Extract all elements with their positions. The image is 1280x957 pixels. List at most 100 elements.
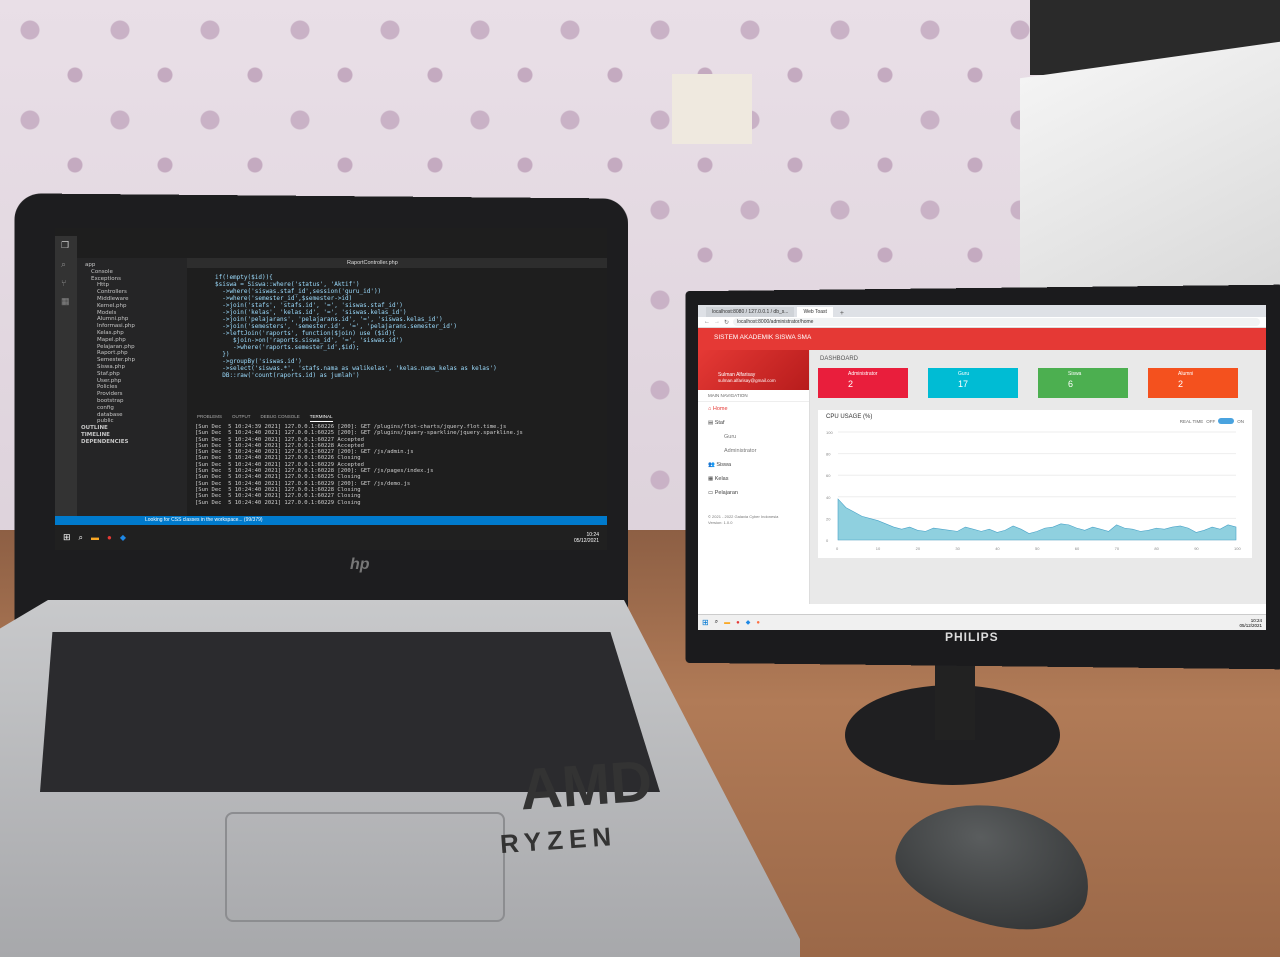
x-tick-label: 50	[1035, 546, 1040, 551]
explorer-icon[interactable]: ❐	[55, 236, 77, 255]
vscode-icon[interactable]: ◆	[746, 619, 751, 626]
panel-tab[interactable]: PROBLEMS	[197, 414, 222, 422]
explorer-item[interactable]: Informasi.php	[81, 323, 183, 330]
card-value: 2	[1178, 379, 1184, 389]
explorer-item[interactable]: Console	[81, 269, 183, 276]
nav-siswa[interactable]: 👥 Siswa	[698, 458, 809, 472]
amd-sticker: AMD	[517, 748, 655, 823]
monitor-stand-neck	[935, 660, 975, 740]
sidebar-section[interactable]: DEPENDENCIES	[81, 439, 183, 446]
lesson-icon: ▭	[708, 490, 715, 496]
x-tick-label: 20	[916, 546, 921, 551]
explorer-item[interactable]: Staf.php	[81, 371, 183, 378]
explorer-item[interactable]: User.php	[81, 378, 183, 385]
info-card-guru[interactable]: Guru 17	[928, 368, 1018, 398]
search-icon[interactable]: ⌕	[55, 255, 77, 274]
explorer-item[interactable]: Providers	[81, 391, 183, 398]
x-tick-label: 40	[995, 546, 1000, 551]
explorer-item[interactable]: Siswa.php	[81, 364, 183, 371]
code-line: ->join('pelajarans', 'pelajarans.id', '=…	[215, 316, 443, 323]
editor-tab-active[interactable]: RaportController.php	[347, 260, 398, 266]
y-tick-label: 20	[826, 516, 831, 521]
browser-tab-active[interactable]: Web Toast	[797, 307, 833, 317]
file-explorer-icon[interactable]: ▬	[724, 620, 730, 626]
code-line: ->where('semester_id',$semester->id)	[215, 295, 353, 302]
info-card-alumni[interactable]: Alumni 2	[1148, 368, 1238, 398]
search-icon[interactable]: ⌕	[715, 619, 718, 626]
search-icon[interactable]: ⌕	[79, 533, 83, 543]
explorer-item[interactable]: Middleware	[81, 296, 183, 303]
off-label: OFF	[1206, 418, 1216, 424]
integrated-terminal[interactable]: [Sun Dec 5 10:24:39 2021] 127.0.0.1:6022…	[195, 424, 575, 514]
explorer-item[interactable]: database	[81, 412, 183, 419]
info-card-siswa[interactable]: Siswa 6	[1038, 368, 1128, 398]
explorer-item[interactable]: Raport.php	[81, 350, 183, 357]
explorer-item[interactable]: Alumni.php	[81, 316, 183, 323]
browser-tab[interactable]: localhost:8080 / 127.0.0.1 / db_s...	[706, 307, 795, 317]
panel-tab[interactable]: OUTPUT	[232, 414, 251, 422]
vscode-icon[interactable]: ◆	[120, 533, 126, 542]
source-control-icon[interactable]: ⑂	[55, 274, 77, 292]
explorer-item[interactable]: Policies	[81, 384, 183, 391]
explorer-item[interactable]: Exceptions	[81, 276, 183, 283]
chrome-icon[interactable]: ●	[107, 533, 112, 542]
explorer-item[interactable]: bootstrap	[81, 398, 183, 405]
cpu-usage-panel: CPU USAGE (%) REAL TIME OFF ON 0 20 40 60 80…	[818, 410, 1252, 558]
nav-pelajaran[interactable]: ▭ Pelajaran	[698, 486, 809, 500]
nav-home[interactable]: ⌂ Home	[698, 402, 809, 416]
chrome-icon[interactable]: ●	[736, 620, 740, 626]
nav-staf[interactable]: ▤ Staf	[698, 416, 809, 430]
code-line: })	[215, 351, 230, 358]
panel-tab[interactable]: TERMINAL	[309, 414, 333, 422]
wall-note-paper	[672, 74, 752, 144]
address-bar[interactable]: localhost:8000/administrator/home	[733, 318, 1260, 326]
extensions-icon[interactable]: ▦	[55, 292, 77, 311]
panel-tab[interactable]: DEBUG CONSOLE	[261, 414, 300, 422]
code-line: ->join('semesters', 'semester.id', '=', …	[215, 323, 458, 330]
card-value: 6	[1068, 379, 1074, 389]
firefox-icon[interactable]: ●	[756, 620, 760, 626]
file-explorer-icon[interactable]: ▬	[91, 533, 99, 542]
nav-administrator[interactable]: Administrator	[698, 444, 809, 458]
x-tick-label: 80	[1154, 546, 1159, 551]
realtime-switch[interactable]	[1218, 418, 1235, 424]
explorer-item[interactable]: Pelajaran.php	[81, 344, 183, 351]
explorer-item[interactable]: Http	[81, 282, 183, 289]
code-line: $join->on('raports.siswa_id', '=', 'sisw…	[215, 337, 403, 344]
editor-tab-bar: RaportController.php	[187, 258, 607, 268]
explorer-item[interactable]: app	[81, 262, 183, 269]
new-tab-icon[interactable]: +	[836, 310, 848, 317]
code-line: ->select('siswas.*', 'stafs.nama as wali…	[215, 365, 497, 372]
explorer-item[interactable]: config	[81, 405, 183, 412]
browser-toolbar: ← → ↻ localhost:8000/administrator/home	[698, 317, 1266, 328]
sidebar-section[interactable]: OUTLINE	[81, 425, 183, 432]
code-line: ->where('siswas.staf_id',session('guru_i…	[215, 288, 382, 295]
laptop-touchpad[interactable]	[225, 812, 505, 922]
class-icon: ▦	[708, 476, 715, 482]
windows-start-icon[interactable]: ⊞	[702, 618, 709, 627]
explorer-item[interactable]: Semester.php	[81, 357, 183, 364]
explorer-item[interactable]: Kernel.php	[81, 303, 183, 310]
card-label: Siswa	[1068, 371, 1082, 377]
explorer-item[interactable]: Models	[81, 310, 183, 317]
sidebar-section[interactable]: TIMELINE	[81, 432, 183, 439]
code-editor[interactable]: if(!empty($id)){$siswa = Siswa::where('s…	[215, 274, 607, 404]
explorer-item[interactable]: Controllers	[81, 289, 183, 296]
laptop-screen: ❐ ⌕ ⑂ ▦ app Console Exceptions Http Controll…	[55, 228, 607, 550]
explorer-item[interactable]: public	[81, 418, 183, 425]
reload-icon[interactable]: ↻	[724, 319, 729, 326]
monitor-screen: localhost:8080 / 127.0.0.1 / db_s... Web…	[698, 305, 1266, 630]
explorer-item[interactable]: Kelas.php	[81, 330, 183, 337]
explorer-item[interactable]: Mapel.php	[81, 337, 183, 344]
user-panel[interactable]: Sulman Alfarisay sulman.alfarisay@gmail.…	[698, 350, 809, 390]
nav-kelas[interactable]: ▦ Kelas	[698, 472, 809, 486]
back-icon[interactable]: ←	[704, 319, 710, 325]
code-line: $siswa = Siswa::where('status', 'Aktif')	[215, 281, 360, 288]
forward-icon[interactable]: →	[714, 319, 720, 325]
nav-guru[interactable]: Guru	[698, 430, 809, 444]
staff-icon: ▤	[708, 420, 715, 426]
info-card-administrator[interactable]: Administrator 2	[818, 368, 908, 398]
realtime-toggle-group: REAL TIME OFF ON	[1180, 418, 1244, 424]
windows-start-icon[interactable]: ⊞	[63, 532, 71, 543]
browser-tab-strip: localhost:8080 / 127.0.0.1 / db_s... Web…	[698, 305, 1266, 317]
